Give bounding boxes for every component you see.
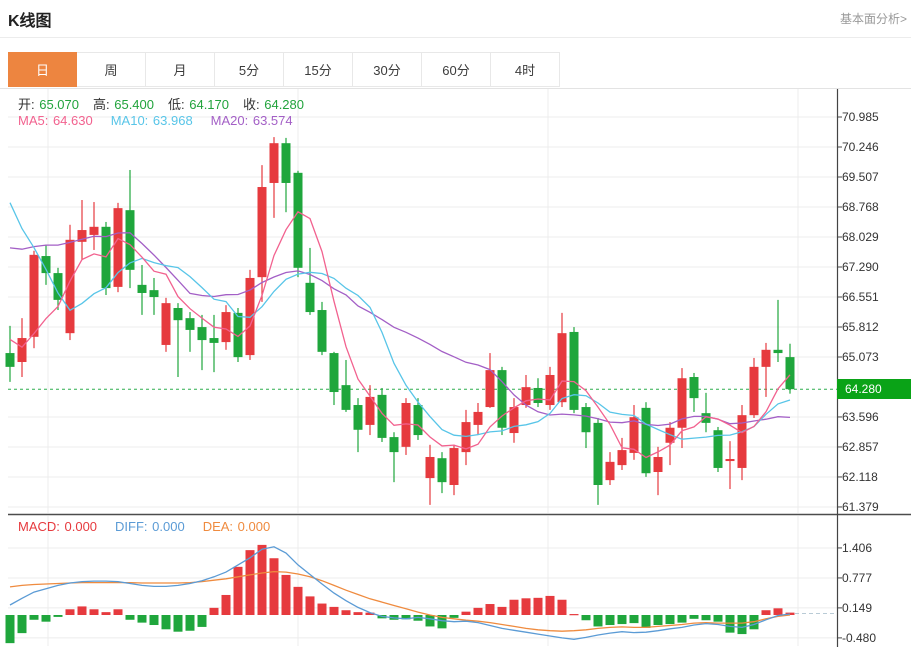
- kline-page: { "page": { "title": "K线图", "link": "基本面…: [0, 0, 911, 647]
- svg-text:62.857: 62.857: [842, 440, 879, 454]
- svg-text:0.777: 0.777: [842, 571, 872, 585]
- svg-text:65.812: 65.812: [842, 320, 879, 334]
- ma10-value: MA10: 63.968: [111, 113, 193, 128]
- macd-value: MACD: 0.000: [18, 519, 97, 534]
- macd-layer: [6, 545, 838, 643]
- ohlc-open: 开: 65.070: [18, 94, 79, 113]
- svg-text:1.406: 1.406: [842, 541, 872, 555]
- svg-text:67.290: 67.290: [842, 260, 879, 274]
- ma20-value: MA20: 63.574: [211, 113, 293, 128]
- current-price-badge: 64.280: [837, 379, 911, 399]
- svg-text:66.551: 66.551: [842, 290, 879, 304]
- ohlc-low: 低: 64.170: [168, 94, 229, 113]
- dea-value: DEA: 0.000: [203, 519, 271, 534]
- svg-text:70.985: 70.985: [842, 110, 879, 124]
- svg-text:70.246: 70.246: [842, 140, 879, 154]
- axis-layer: 70.985 70.246 69.507 68.768 68.029 67.290 66.5…: [8, 89, 911, 647]
- ohlc-close: 收: 64.280: [243, 94, 304, 113]
- grid-layer: [8, 89, 837, 646]
- diff-value: DIFF: 0.000: [115, 519, 185, 534]
- candles-layer: [6, 137, 795, 505]
- svg-text:63.596: 63.596: [842, 410, 879, 424]
- macd-legend: MACD: 0.000 DIFF: 0.000 DEA: 0.000: [18, 519, 270, 534]
- ma-legend: MA5: 64.630 MA10: 63.968 MA20: 63.574: [18, 113, 293, 128]
- svg-text:61.379: 61.379: [842, 500, 879, 514]
- svg-text:62.118: 62.118: [842, 470, 878, 484]
- svg-text:68.029: 68.029: [842, 230, 879, 244]
- svg-text:0.149: 0.149: [842, 601, 872, 615]
- svg-text:69.507: 69.507: [842, 170, 879, 184]
- svg-text:-0.480: -0.480: [842, 631, 876, 645]
- ma5-value: MA5: 64.630: [18, 113, 93, 128]
- svg-text:68.768: 68.768: [842, 200, 879, 214]
- ohlc-legend: 开: 65.070 高: 65.400 低: 64.170 收: 64.280: [18, 94, 304, 113]
- svg-text:65.073: 65.073: [842, 350, 879, 364]
- ohlc-high: 高: 65.400: [93, 94, 154, 113]
